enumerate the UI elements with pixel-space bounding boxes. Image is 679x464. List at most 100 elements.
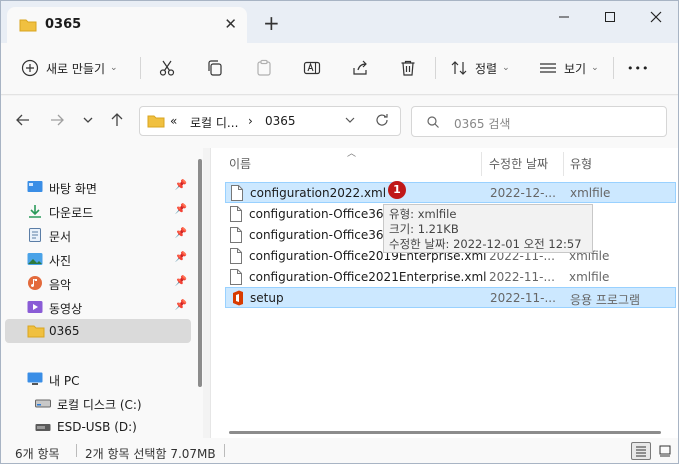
forward-arrow-icon[interactable]: [49, 112, 65, 132]
search-placeholder: 0365 검색: [454, 117, 511, 131]
sidebar-item-desktop[interactable]: 바탕 화면 📌: [5, 175, 191, 199]
status-divider: [224, 444, 225, 457]
tiles-view-icon: [659, 445, 671, 457]
nav-pane-scrollbar[interactable]: [198, 159, 202, 387]
file-list: ︿ 이름 수정한 날짜 유형 configuration2022.xml 202…: [211, 148, 678, 438]
new-button[interactable]: 새로 만들기 ⌄: [21, 53, 118, 83]
file-date: 2022-11-...: [489, 270, 555, 284]
scissors-icon: [158, 59, 176, 77]
view-label: 보기: [564, 61, 587, 76]
delete-button[interactable]: [399, 53, 417, 83]
column-divider[interactable]: [481, 152, 482, 176]
recent-locations-chevron-icon[interactable]: [81, 112, 95, 132]
file-icon: [229, 269, 243, 288]
sidebar-item-label: 음악: [49, 278, 72, 292]
sidebar-item-label: 0365: [49, 324, 80, 338]
sidebar-item-videos[interactable]: 동영상 📌: [5, 295, 191, 319]
up-arrow-icon[interactable]: [109, 112, 125, 132]
file-list-scrollbar[interactable]: [229, 431, 661, 434]
tab-0365[interactable]: 0365 ✕: [7, 7, 247, 43]
rename-button[interactable]: [303, 53, 321, 83]
share-button[interactable]: [351, 53, 369, 83]
copy-button[interactable]: [206, 53, 224, 83]
column-divider[interactable]: [563, 152, 564, 176]
title-bar: 0365 ✕ +: [1, 1, 678, 49]
videos-icon: [27, 300, 43, 314]
sidebar-item-music[interactable]: 음악 📌: [5, 271, 191, 295]
file-name: configuration-Office2021Enterprise.xml: [249, 270, 487, 284]
search-icon: [426, 115, 440, 132]
file-row[interactable]: setup 2022-11-... 응용 프로그램: [225, 287, 676, 308]
close-tab-icon[interactable]: ✕: [224, 15, 237, 33]
address-row: « 로컬 디... › 0365 0365 검색: [1, 96, 678, 148]
column-header-modified[interactable]: 수정한 날짜: [489, 155, 548, 172]
sidebar-item-label: ESD-USB (D:): [57, 420, 137, 434]
column-header-name[interactable]: 이름: [229, 155, 251, 172]
file-date: 2022-11-...: [490, 291, 556, 305]
details-view-button[interactable]: [631, 442, 651, 460]
file-type: xmlfile: [569, 270, 610, 284]
toolbar-divider: [435, 57, 436, 79]
music-icon: [27, 276, 43, 290]
sort-ascending-chevron-icon: ︿: [347, 149, 357, 159]
document-icon: [27, 228, 43, 242]
tooltip-size: 크기: 1.21KB: [389, 222, 459, 236]
breadcrumb-current[interactable]: 0365: [265, 114, 296, 128]
drive-icon: [35, 396, 51, 410]
tiles-view-button[interactable]: [655, 442, 675, 460]
back-arrow-icon[interactable]: [15, 112, 31, 132]
rename-icon: [303, 59, 321, 77]
toolbar-divider: [140, 57, 141, 79]
toolbar-divider: [613, 57, 614, 79]
file-name: setup: [250, 291, 284, 305]
pin-icon: 📌: [174, 228, 187, 239]
close-window-button[interactable]: [633, 1, 679, 33]
pin-icon: 📌: [174, 252, 187, 263]
refresh-icon[interactable]: [374, 112, 390, 131]
column-header-type[interactable]: 유형: [570, 155, 592, 172]
status-divider: [76, 444, 77, 457]
pictures-icon: [27, 252, 43, 266]
sidebar-item-this-pc[interactable]: 내 PC: [5, 367, 191, 391]
sidebar-item-downloads[interactable]: 다운로드 📌: [5, 199, 191, 223]
desktop-icon: [27, 180, 43, 194]
sidebar-item-label: 문서: [49, 230, 72, 244]
sidebar-item-label: 로컬 디스크 (C:): [57, 398, 142, 412]
view-button[interactable]: 보기 ⌄: [539, 53, 599, 83]
sidebar-item-0365[interactable]: 0365: [5, 319, 191, 343]
sidebar-item-local-disk[interactable]: 로컬 디스크 (C:): [5, 391, 191, 415]
file-tooltip: 유형: xmlfile 크기: 1.21KB 수정한 날짜: 2022-12-0…: [383, 204, 593, 253]
sidebar-item-label: 다운로드: [49, 206, 94, 220]
minimize-button[interactable]: [541, 1, 587, 33]
file-icon: [230, 185, 244, 204]
sidebar-item-usb-drive[interactable]: ESD-USB (D:): [5, 415, 191, 439]
address-dropdown-chevron-icon[interactable]: [344, 112, 356, 131]
status-bar: 6개 항목 2개 항목 선택함 7.07MB: [1, 438, 678, 463]
sidebar-item-label: 바탕 화면: [49, 182, 97, 196]
new-tab-button[interactable]: +: [263, 13, 280, 33]
chevron-down-icon: ⌄: [110, 63, 118, 73]
sort-button[interactable]: 정렬 ⌄: [450, 53, 510, 83]
paste-button[interactable]: [255, 53, 273, 83]
more-options-button[interactable]: •••: [627, 53, 649, 83]
trash-icon: [399, 59, 417, 77]
sidebar-item-label: 내 PC: [49, 374, 80, 388]
sidebar-item-label: 동영상: [49, 302, 83, 316]
office-setup-icon: [230, 290, 246, 309]
breadcrumb-parent[interactable]: 로컬 디...: [190, 114, 238, 131]
search-box[interactable]: 0365 검색: [411, 106, 667, 137]
computer-icon: [27, 372, 43, 386]
file-row[interactable]: configuration2022.xml 2022-12-... xmlfil…: [225, 182, 676, 203]
new-button-label: 새로 만들기: [46, 61, 106, 76]
breadcrumb-separator: ›: [248, 114, 253, 128]
address-bar[interactable]: « 로컬 디... › 0365: [139, 106, 401, 136]
maximize-button[interactable]: [587, 1, 633, 33]
file-row[interactable]: configuration-Office2021Enterprise.xml 2…: [225, 267, 676, 288]
paste-icon: [255, 59, 273, 77]
cut-button[interactable]: [158, 53, 176, 83]
file-name: configuration-Office365-: [249, 207, 396, 221]
address-overflow[interactable]: «: [170, 114, 177, 128]
sidebar-item-documents[interactable]: 문서 📌: [5, 223, 191, 247]
file-icon: [229, 248, 243, 267]
sidebar-item-pictures[interactable]: 사진 📌: [5, 247, 191, 271]
